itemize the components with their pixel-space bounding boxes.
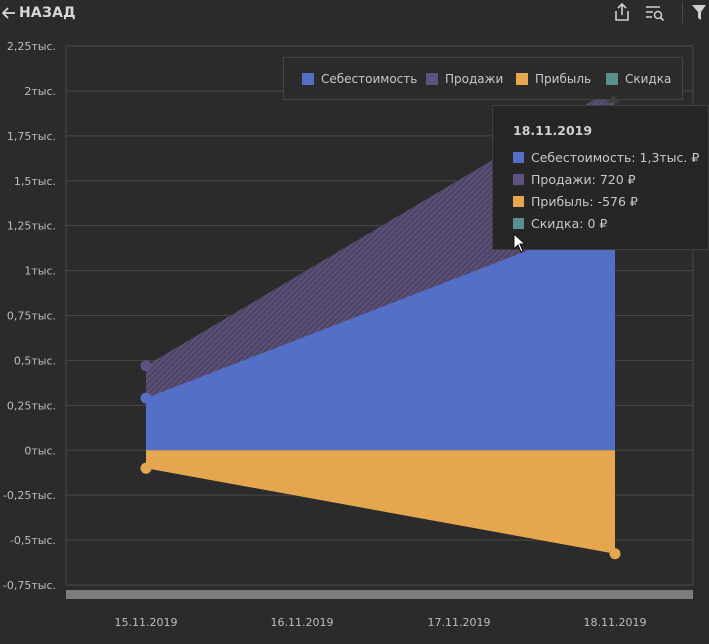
mouse-pointer-icon	[513, 233, 527, 253]
y-tick-label: 1,25тыс.	[7, 220, 56, 233]
tooltip-swatch	[513, 152, 524, 163]
legend-label: Себестоимость	[321, 72, 418, 86]
legend-label: Скидка	[625, 72, 672, 86]
y-tick-label: -0,5тыс.	[10, 534, 56, 547]
tooltip-text: Продажи: 720 ₽	[531, 172, 636, 187]
chart-legend: Себестоимость Продажи Прибыль Скидка	[283, 57, 683, 100]
legend-item-cost[interactable]: Себестоимость	[302, 72, 417, 86]
y-tick-label: 1тыс.	[24, 265, 56, 278]
share-export-icon[interactable]	[612, 2, 632, 23]
back-label: НАЗАД	[19, 5, 76, 21]
y-tick-label: 2тыс.	[24, 85, 56, 98]
legend-label: Прибыль	[535, 72, 592, 86]
x-tick-label: 17.11.2019	[428, 616, 491, 629]
toolbar-divider	[682, 2, 683, 23]
y-tick-label: 2,25тыс.	[7, 40, 56, 53]
legend-item-discount[interactable]: Скидка	[606, 72, 671, 86]
arrow-left-icon	[2, 7, 15, 19]
legend-label: Продажи	[445, 72, 504, 86]
back-button[interactable]: НАЗАД	[2, 3, 76, 23]
chart-tooltip: 18.11.2019 Себестоимость: 1,3тыс. ₽ Прод…	[492, 105, 709, 250]
y-tick-label: 0,25тыс.	[7, 399, 56, 412]
toolbar: НАЗАД	[0, 0, 709, 26]
tooltip-row-cost: Себестоимость: 1,3тыс. ₽	[513, 150, 699, 165]
y-tick-label: 0,5тыс.	[14, 354, 56, 367]
area-profit	[146, 450, 615, 554]
legend-swatch	[426, 73, 438, 85]
y-tick-label: 1,75тыс.	[7, 130, 56, 143]
point-profit	[140, 462, 152, 474]
legend-item-sales[interactable]: Продажи	[426, 72, 503, 86]
x-tick-label: 18.11.2019	[584, 616, 647, 629]
legend-swatch	[516, 73, 528, 85]
search-list-icon[interactable]	[644, 2, 666, 23]
y-tick-label: 1,5тыс.	[14, 175, 56, 188]
x-tick-label: 16.11.2019	[271, 616, 334, 629]
y-tick-label: 0,75тыс.	[7, 310, 56, 323]
y-tick-label: 0тыс.	[24, 444, 56, 457]
point-cost	[140, 392, 152, 404]
x-tick-label: 15.11.2019	[115, 616, 178, 629]
tooltip-text: Скидка: 0 ₽	[531, 216, 608, 231]
tooltip-date: 18.11.2019	[513, 123, 593, 138]
tooltip-swatch	[513, 196, 524, 207]
y-tick-label: -0,75тыс.	[3, 579, 56, 592]
tooltip-text: Прибыль: -576 ₽	[531, 194, 638, 209]
filter-icon[interactable]	[691, 2, 709, 23]
tooltip-swatch	[513, 174, 524, 185]
y-tick-label: -0,25тыс.	[3, 489, 56, 502]
legend-swatch	[606, 73, 618, 85]
tooltip-swatch	[513, 218, 524, 229]
legend-swatch	[302, 73, 314, 85]
tooltip-text: Себестоимость: 1,3тыс. ₽	[531, 150, 700, 165]
tooltip-row-sales: Продажи: 720 ₽	[513, 172, 636, 187]
point-profit	[609, 548, 621, 560]
tooltip-pointer	[606, 95, 620, 103]
point-sales	[140, 360, 152, 372]
tooltip-row-discount: Скидка: 0 ₽	[513, 216, 607, 231]
horizontal-scrollbar	[66, 590, 693, 599]
legend-item-profit[interactable]: Прибыль	[516, 72, 591, 86]
tooltip-row-profit: Прибыль: -576 ₽	[513, 194, 638, 209]
